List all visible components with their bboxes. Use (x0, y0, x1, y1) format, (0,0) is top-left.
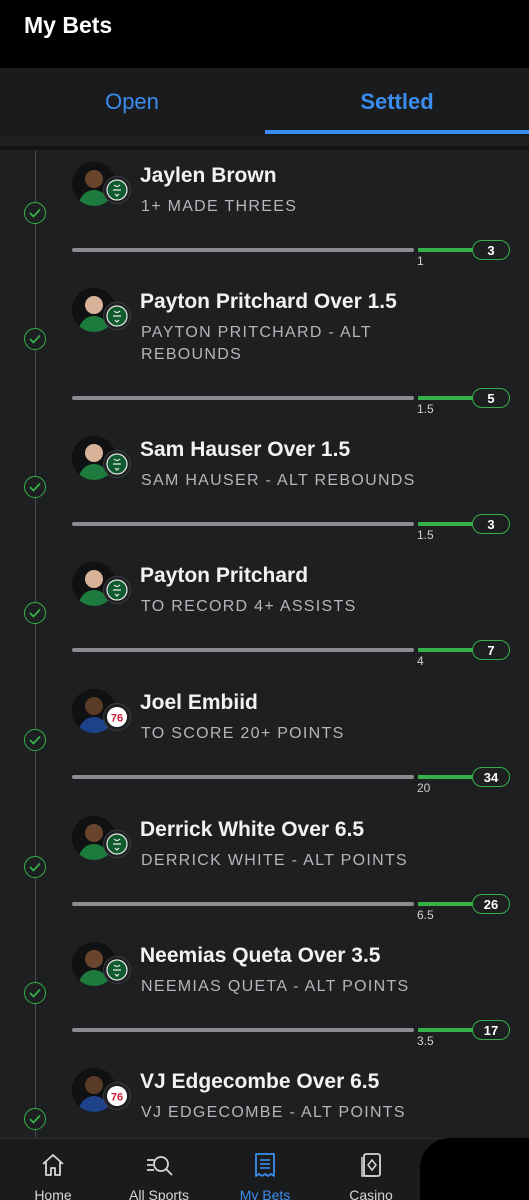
tab-settled[interactable]: Settled (265, 68, 529, 136)
result-badge: 7 (472, 640, 510, 660)
progress-fill (418, 1028, 474, 1032)
bet-market: PAYTON PRITCHARD - ALT REBOUNDS (141, 324, 372, 363)
result-badge: 17 (472, 1020, 510, 1040)
result-badge: 3 (472, 514, 510, 534)
settled-check-icon (24, 982, 46, 1004)
progress-track (72, 396, 414, 400)
cards-icon (361, 1153, 381, 1177)
bet-title: Payton Pritchard (140, 564, 309, 587)
bet-item[interactable]: Derrick White Over 6.5 DERRICK WHITE - AL… (0, 812, 529, 938)
page-title: My Bets (24, 12, 113, 38)
bet-title: Derrick White Over 6.5 (140, 818, 365, 841)
bet-line: 20 (417, 781, 431, 795)
bet-item[interactable]: Neemias Queta Over 3.5 NEEMIAS QUETA - AL… (0, 938, 529, 1064)
progress-fill (418, 396, 474, 400)
bet-line: 4 (417, 654, 424, 668)
divider (0, 146, 529, 150)
result-badge: 26 (472, 894, 510, 914)
settled-check-icon (24, 202, 46, 224)
bet-market: VJ EDGECOMBE - ALT POINTS (141, 1104, 406, 1121)
nav-my-bets-label: My Bets (239, 1187, 291, 1200)
bet-market: TO RECORD 4+ ASSISTS (141, 598, 357, 615)
settled-check-icon (24, 1108, 46, 1130)
nav-casino-label: Casino (349, 1187, 393, 1200)
home-icon (42, 1154, 64, 1176)
nav-casino[interactable]: Casino (318, 1139, 424, 1200)
nav-home-label: Home (34, 1187, 72, 1200)
result-badge: 34 (472, 767, 510, 787)
sixers-logo-icon: 76 (103, 1082, 131, 1110)
bet-market: TO SCORE 20+ POINTS (141, 725, 345, 742)
celtics-logo-icon (103, 450, 131, 478)
settled-check-icon (24, 729, 46, 751)
bet-title: Neemias Queta Over 3.5 (140, 944, 381, 967)
progress-track (72, 248, 414, 252)
bet-line: 1 (417, 254, 424, 268)
active-tab-indicator (265, 130, 529, 134)
nav-all-sports[interactable]: All Sports (106, 1139, 212, 1200)
bet-item[interactable]: Sam Hauser Over 1.5 SAM HAUSER - ALT REBO… (0, 432, 529, 558)
bet-tabs: Open Settled (0, 68, 529, 136)
celtics-logo-icon (103, 176, 131, 204)
bet-market: 1+ MADE THREES (141, 198, 298, 215)
celtics-logo-icon (103, 302, 131, 330)
redacted-area (420, 1138, 529, 1200)
settled-check-icon (24, 476, 46, 498)
progress-fill (418, 775, 474, 779)
progress-fill (418, 522, 474, 526)
settled-check-icon (24, 602, 46, 624)
bet-line: 1.5 (417, 528, 434, 542)
bet-line: 3.5 (417, 1034, 434, 1048)
bet-market: NEEMIAS QUETA - ALT POINTS (141, 978, 410, 995)
celtics-logo-icon (103, 956, 131, 984)
bet-title: VJ Edgecombe Over 6.5 (140, 1070, 380, 1093)
bet-market: SAM HAUSER - ALT REBOUNDS (141, 472, 416, 489)
progress-fill (418, 648, 474, 652)
result-badge: 5 (472, 388, 510, 408)
progress-track (72, 902, 414, 906)
svg-text:76: 76 (111, 1092, 123, 1104)
nav-all-sports-label: All Sports (129, 1187, 189, 1200)
progress-fill (418, 248, 474, 252)
bet-item[interactable]: Payton Pritchard Over 1.5 PAYTON PRITCHAR… (0, 284, 529, 416)
app-header: My Bets (0, 0, 529, 68)
progress-track (72, 1028, 414, 1032)
celtics-logo-icon (103, 576, 131, 604)
bet-title: Joel Embiid (140, 691, 258, 714)
bet-item[interactable]: 76 Joel Embiid TO SCORE 20+ POINTS 34 20 (0, 685, 529, 811)
progress-fill (418, 902, 474, 906)
progress-track (72, 648, 414, 652)
bet-title: Payton Pritchard Over 1.5 (140, 290, 397, 313)
bet-item[interactable]: Jaylen Brown 1+ MADE THREES 3 1 (0, 158, 529, 284)
nav-home[interactable]: Home (0, 1139, 106, 1200)
search-sports-icon (147, 1156, 173, 1176)
progress-track (72, 775, 414, 779)
bet-line: 6.5 (417, 908, 434, 922)
result-badge: 3 (472, 240, 510, 260)
svg-text:76: 76 (111, 713, 123, 725)
bet-title: Jaylen Brown (140, 164, 277, 187)
sixers-logo-icon: 76 (103, 703, 131, 731)
celtics-logo-icon (103, 830, 131, 858)
bet-line: 1.5 (417, 402, 434, 416)
settled-check-icon (24, 856, 46, 878)
bet-item[interactable]: Payton Pritchard TO RECORD 4+ ASSISTS 7 4 (0, 558, 529, 684)
bet-title: Sam Hauser Over 1.5 (140, 438, 351, 461)
tab-open[interactable]: Open (0, 68, 264, 136)
bet-market: DERRICK WHITE - ALT POINTS (141, 852, 409, 869)
bet-slip-icon (255, 1153, 275, 1177)
progress-track (72, 522, 414, 526)
settled-check-icon (24, 328, 46, 350)
nav-my-bets[interactable]: My Bets (212, 1139, 318, 1200)
